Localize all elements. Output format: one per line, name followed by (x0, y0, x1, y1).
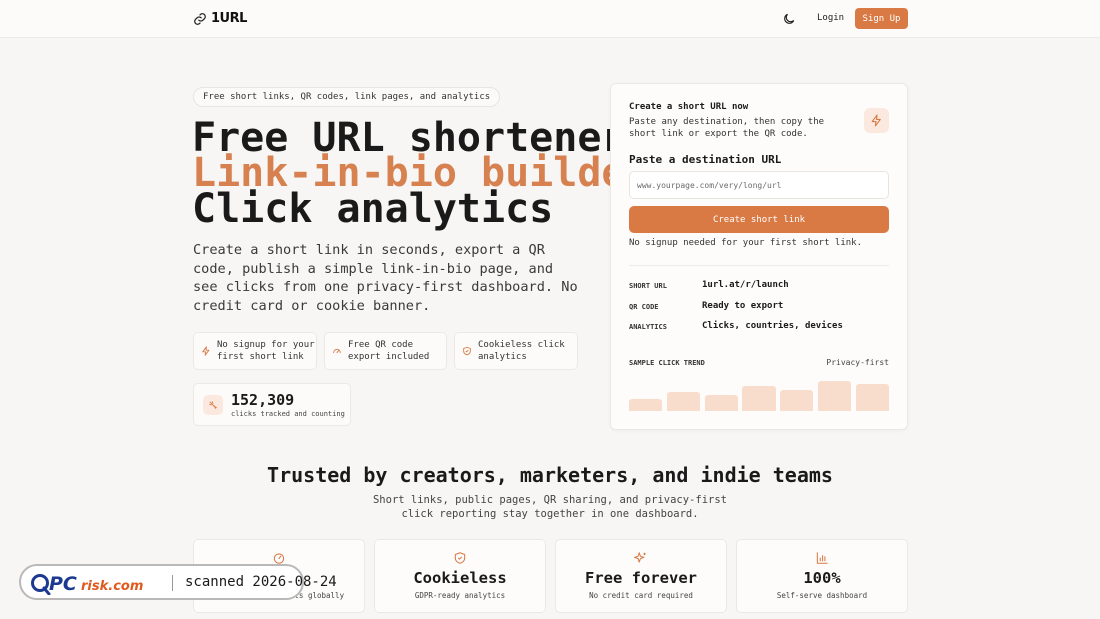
watermark-divider (172, 575, 173, 591)
pcrisk-logo: PC risk.com (31, 573, 143, 595)
tile-label: Self-serve dashboard (776, 591, 868, 600)
create-short-link-button[interactable]: Create short link (629, 206, 889, 233)
qr-code-key: QR CODE (629, 303, 659, 311)
trend-bar (629, 399, 663, 411)
login-link[interactable]: Login (817, 13, 844, 23)
trusted-subheading: Short links, public pages, QR sharing, a… (372, 494, 727, 520)
url-input-label: Paste a destination URL (629, 153, 782, 166)
divider (629, 265, 889, 266)
qr-code-value: Ready to export (702, 301, 784, 311)
stat-label: clicks tracked and counting (231, 410, 345, 418)
trend-label: SAMPLE CLICK TREND (629, 359, 705, 367)
feature-label: No signup for your first short link (217, 340, 315, 362)
svg-text:PC: PC (49, 573, 77, 595)
bar-chart-icon (816, 552, 828, 564)
trend-tag: Privacy-first (826, 358, 889, 367)
feature-label: Free QR code export included (348, 340, 430, 362)
brand-name: 1URL (211, 11, 247, 26)
destination-url-input[interactable] (629, 171, 889, 199)
short-url-value: 1url.at/r/launch (702, 280, 789, 290)
short-url-key: SHORT URL (629, 282, 667, 290)
trend-bar (704, 395, 738, 411)
stat-icon-box (203, 395, 223, 415)
brand-logo[interactable]: 1URL (193, 11, 247, 26)
card-title: Create a short URL now (629, 102, 749, 112)
tile-value: 100% (803, 569, 841, 587)
shield-icon (463, 346, 471, 356)
hero-lead: Create a short link in seconds, export a… (193, 242, 578, 314)
svg-text:risk.com: risk.com (81, 579, 143, 594)
bolt-icon (871, 114, 881, 127)
hero-title-line-3: Click analytics (192, 186, 554, 232)
sample-click-trend-chart (629, 376, 889, 411)
feature-qr-export: Free QR code export included (324, 332, 447, 370)
tile-label: GDPR-ready analytics (414, 591, 506, 600)
tile-label: No credit card required (589, 591, 693, 600)
trust-tile-free: Free forever No credit card required (555, 539, 727, 613)
trend-bar (855, 384, 889, 411)
scan-date-text: scanned 2026-08-24 (185, 574, 337, 590)
tile-value: Cookieless (413, 569, 507, 587)
bolt-icon (202, 346, 210, 356)
shield-icon (454, 552, 466, 564)
moon-icon[interactable] (782, 12, 796, 26)
card-icon-box (864, 108, 889, 133)
sparkle-icon (209, 401, 217, 409)
gauge-icon (333, 348, 341, 354)
feature-no-signup: No signup for your first short link (193, 332, 317, 370)
trend-bar (780, 390, 814, 411)
clicks-stat-card: 152,309 clicks tracked and counting (193, 383, 351, 426)
stat-value: 152,309 (231, 391, 295, 409)
card-description: Paste any destination, then copy the sho… (629, 117, 825, 139)
analytics-key: ANALYTICS (629, 323, 667, 331)
trend-bar (817, 381, 852, 411)
trust-tile-selfserve: 100% Self-serve dashboard (736, 539, 908, 613)
trusted-heading: Trusted by creators, marketers, and indi… (267, 463, 833, 487)
signup-note: No signup needed for your first short li… (629, 238, 862, 248)
scan-watermark: PC risk.com scanned 2026-08-24 (19, 564, 337, 600)
gauge-icon (273, 553, 285, 564)
feature-cookieless: Cookieless click analytics (454, 332, 578, 370)
sparkle-icon (634, 552, 646, 563)
trend-bar (666, 392, 701, 411)
trend-bar (742, 386, 776, 411)
link-icon (194, 12, 206, 25)
analytics-value: Clicks, countries, devices (702, 321, 843, 331)
create-link-card: Create a short URL now Paste any destina… (610, 83, 908, 430)
signup-button[interactable]: Sign Up (855, 8, 908, 29)
trust-tile-cookieless: Cookieless GDPR-ready analytics (374, 539, 546, 613)
tagline-pill: Free short links, QR codes, link pages, … (193, 87, 501, 107)
tile-value: Free forever (585, 569, 697, 587)
feature-label: Cookieless click analytics (478, 340, 565, 362)
top-nav: 1URL Login Sign Up (0, 0, 1100, 38)
